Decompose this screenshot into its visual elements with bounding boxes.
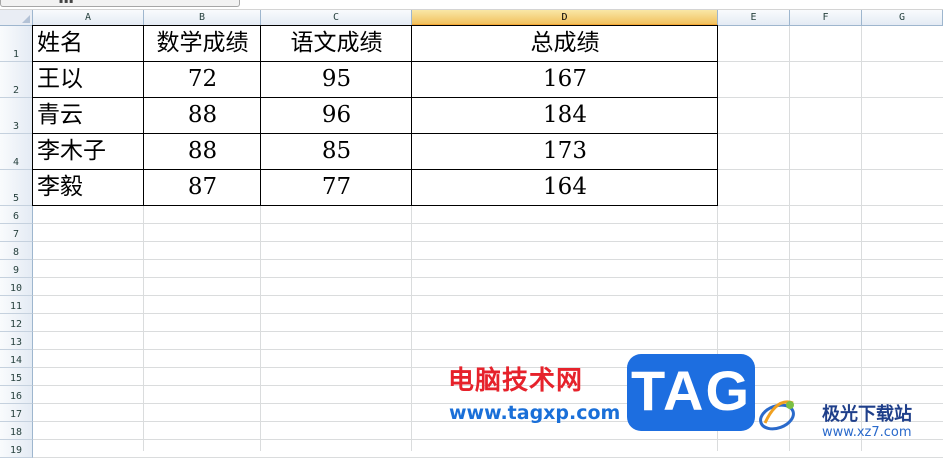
table-border-v [143, 25, 144, 206]
select-all-corner[interactable] [0, 10, 33, 26]
select-all-triangle-icon [22, 15, 30, 23]
data-cell[interactable]: 77 [261, 170, 412, 206]
data-cell[interactable]: 王以 [33, 62, 144, 98]
row-header-2[interactable]: 2 [0, 62, 33, 98]
row-header-19[interactable]: 19 [0, 440, 33, 458]
data-cell[interactable]: 184 [412, 98, 718, 134]
formula-bar-fragment[interactable]: ▪▪▪ [0, 0, 240, 7]
row-number: 17 [9, 409, 23, 420]
gridline-horizontal [33, 223, 943, 224]
row-header-6[interactable]: 6 [0, 206, 33, 224]
row-header-9[interactable]: 9 [0, 260, 33, 278]
data-cell[interactable]: 72 [144, 62, 261, 98]
gridline-vertical [861, 26, 862, 451]
gridline-horizontal [33, 331, 943, 332]
gridline-horizontal [33, 277, 943, 278]
column-header-e[interactable]: E [718, 10, 790, 26]
row-number: 12 [9, 319, 23, 330]
row-number: 4 [12, 157, 20, 168]
gridline-vertical [789, 26, 790, 451]
watermark-partner-url: www.xz7.com [822, 425, 912, 440]
watermark-tag-badge: TAG [627, 354, 755, 431]
row-number: 1 [12, 49, 20, 60]
row-number: 7 [12, 229, 20, 240]
row-number: 11 [9, 301, 23, 312]
data-cell[interactable]: 李毅 [33, 170, 144, 206]
row-header-4[interactable]: 4 [0, 134, 33, 170]
table-border-v [260, 25, 261, 206]
table-border-h [32, 25, 718, 26]
data-cell[interactable]: 李木子 [33, 134, 144, 170]
header-cell[interactable]: 语文成绩 [261, 26, 412, 62]
gridline-horizontal [33, 313, 943, 314]
row-number: 6 [12, 211, 20, 222]
aurora-logo-icon [759, 400, 795, 431]
header-cell[interactable]: 数学成绩 [144, 26, 261, 62]
row-header-11[interactable]: 11 [0, 296, 33, 314]
row-number: 16 [9, 391, 23, 402]
name-box-area: ▪▪▪ [0, 0, 943, 10]
row-header-13[interactable]: 13 [0, 332, 33, 350]
row-number: 2 [12, 85, 20, 96]
row-number: 9 [12, 265, 20, 276]
gridline-horizontal [33, 439, 943, 440]
row-header-17[interactable]: 17 [0, 404, 33, 422]
row-number: 8 [12, 247, 20, 258]
watermark-tag-text: TAG [630, 359, 752, 422]
table-border-h [32, 133, 718, 134]
column-header-g[interactable]: G [862, 10, 943, 26]
gridline-horizontal [33, 241, 943, 242]
data-cell[interactable]: 95 [261, 62, 412, 98]
data-cell[interactable]: 85 [261, 134, 412, 170]
data-cell[interactable]: 87 [144, 170, 261, 206]
column-header-f[interactable]: F [790, 10, 862, 26]
watermark-partner-name: 极光下载站 [822, 404, 912, 425]
gridline-horizontal [33, 349, 943, 350]
watermark-site-name: 电脑技术网 [448, 366, 584, 396]
row-header-16[interactable]: 16 [0, 386, 33, 404]
row-number: 13 [9, 337, 23, 348]
row-header-15[interactable]: 15 [0, 368, 33, 386]
row-number: 10 [9, 283, 23, 294]
table-border-v [717, 25, 718, 206]
row-header-10[interactable]: 10 [0, 278, 33, 296]
row-header-5[interactable]: 5 [0, 170, 33, 206]
data-cell[interactable]: 88 [144, 134, 261, 170]
row-header-18[interactable]: 18 [0, 422, 33, 440]
header-cell[interactable]: 姓名 [33, 26, 144, 62]
data-cell[interactable]: 167 [412, 62, 718, 98]
row-header-7[interactable]: 7 [0, 224, 33, 242]
table-border-v [32, 25, 33, 206]
table-border-h [32, 205, 718, 206]
watermark-site-url: www.tagxp.com [449, 402, 621, 424]
column-header-a[interactable]: A [33, 10, 144, 26]
row-number: 15 [9, 373, 23, 384]
name-box-dots: ▪▪▪ [59, 0, 75, 5]
data-cell[interactable]: 173 [412, 134, 718, 170]
data-cell[interactable]: 青云 [33, 98, 144, 134]
row-number: 3 [12, 121, 20, 132]
row-header-12[interactable]: 12 [0, 314, 33, 332]
row-header-1[interactable]: 1 [0, 26, 33, 62]
row-header-8[interactable]: 8 [0, 242, 33, 260]
gridline-horizontal [33, 259, 943, 260]
row-number: 14 [9, 355, 23, 366]
data-cell[interactable]: 164 [412, 170, 718, 206]
header-cell[interactable]: 总成绩 [412, 26, 718, 62]
table-border-h [32, 97, 718, 98]
table-border-h [32, 169, 718, 170]
column-header-b[interactable]: B [144, 10, 261, 26]
row-number: 18 [9, 427, 23, 438]
column-header-d[interactable]: D [412, 10, 718, 26]
row-header-14[interactable]: 14 [0, 350, 33, 368]
gridline-horizontal [33, 295, 943, 296]
table-border-v [411, 25, 412, 206]
table-border-h [32, 61, 718, 62]
row-number: 5 [12, 193, 20, 204]
row-header-3[interactable]: 3 [0, 98, 33, 134]
column-header-c[interactable]: C [261, 10, 412, 26]
data-cell[interactable]: 88 [144, 98, 261, 134]
data-cell[interactable]: 96 [261, 98, 412, 134]
